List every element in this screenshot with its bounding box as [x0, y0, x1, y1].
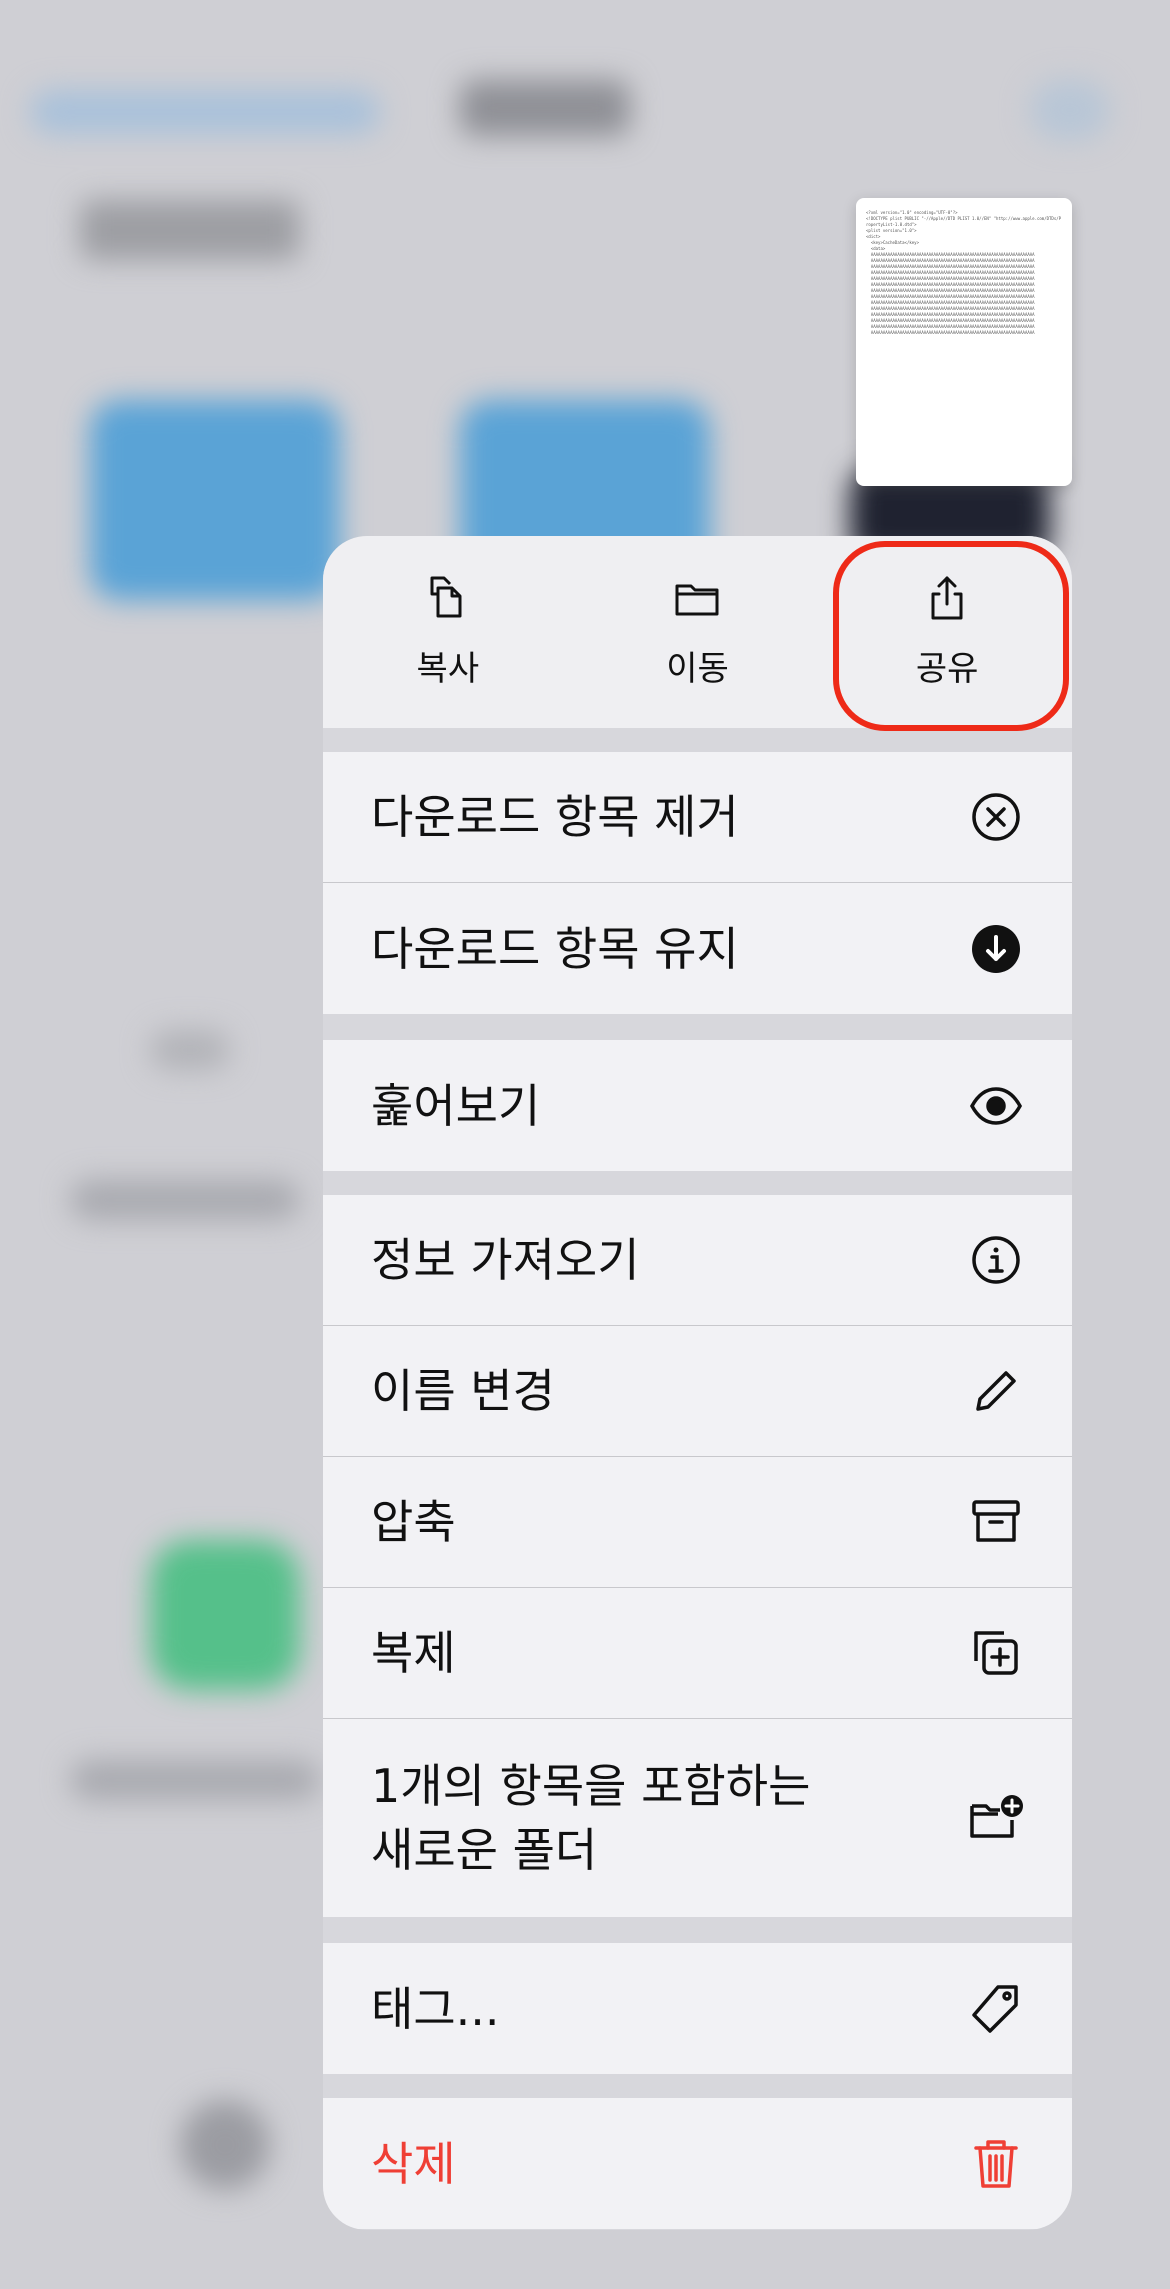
list-heading	[80, 200, 300, 260]
eye-icon	[968, 1078, 1024, 1134]
download-section: 다운로드 항목 제거 다운로드 항목 유지	[323, 752, 1072, 1014]
quick-look-label: 훑어보기	[371, 1078, 541, 1133]
download-circle-icon	[968, 921, 1024, 977]
archive-box-icon	[968, 1494, 1024, 1550]
move-label: 이동	[666, 649, 729, 689]
compress-item[interactable]: 압축	[323, 1457, 1072, 1588]
file-label	[70, 1180, 300, 1220]
duplicate-item[interactable]: 복제	[323, 1588, 1072, 1719]
pencil-icon	[968, 1363, 1024, 1419]
new-folder-line1: 1개의 항목을 포함하는	[371, 1759, 811, 1813]
new-folder-label: 1개의 항목을 포함하는 새로운 폴더	[371, 1754, 810, 1882]
file-actions-section: 정보 가져오기 이름 변경 압축 복제 1개의 항목을 포함하는 새로운 폴더	[323, 1195, 1072, 1917]
info-icon	[968, 1232, 1024, 1288]
context-menu: 복사 이동 공유 다운로드 항목 제거 다운로드 항목 유지 훑어보기 정보 가…	[323, 536, 1072, 2230]
share-icon	[923, 574, 971, 641]
new-folder-with-item[interactable]: 1개의 항목을 포함하는 새로운 폴더	[323, 1719, 1072, 1917]
share-button[interactable]: 공유	[822, 536, 1072, 728]
keep-download-item[interactable]: 다운로드 항목 유지	[323, 883, 1072, 1014]
file-preview: <?xml version="1.0" encoding="UTF-8"?> <…	[856, 198, 1072, 486]
copy-label: 복사	[416, 649, 480, 689]
delete-label: 삭제	[371, 2136, 456, 2191]
remove-download-item[interactable]: 다운로드 항목 제거	[323, 752, 1072, 883]
file-label	[150, 1030, 230, 1070]
tags-label: 태그...	[371, 1981, 500, 2036]
folder-plus-icon	[968, 1790, 1024, 1846]
rename-item[interactable]: 이름 변경	[323, 1326, 1072, 1457]
duplicate-plus-icon	[968, 1625, 1024, 1681]
trash-icon	[968, 2136, 1024, 2192]
compress-label: 압축	[371, 1495, 456, 1549]
copy-icon	[424, 574, 472, 641]
file-label	[70, 1760, 320, 1800]
back-button	[30, 90, 380, 134]
share-label: 공유	[915, 649, 979, 689]
more-button	[1030, 80, 1110, 140]
quick-look-item[interactable]: 훑어보기	[323, 1040, 1072, 1171]
folder-icon	[673, 574, 721, 641]
quick-actions: 복사 이동 공유	[323, 536, 1072, 728]
file-preview-text: <?xml version="1.0" encoding="UTF-8"?> <…	[866, 210, 1062, 335]
tags-section: 태그...	[323, 1943, 1072, 2074]
get-info-item[interactable]: 정보 가져오기	[323, 1195, 1072, 1326]
folder-thumbnail	[90, 400, 340, 600]
app-thumbnail	[150, 1540, 300, 1690]
tag-icon	[968, 1981, 1024, 2037]
keep-download-label: 다운로드 항목 유지	[371, 921, 739, 976]
new-folder-line2: 새로운 폴더	[371, 1823, 598, 1877]
rename-label: 이름 변경	[371, 1364, 555, 1418]
x-circle-icon	[968, 789, 1024, 845]
quick-look-section: 훑어보기	[323, 1040, 1072, 1171]
nav-title	[460, 80, 630, 136]
delete-section: 삭제	[323, 2098, 1072, 2229]
get-info-label: 정보 가져오기	[371, 1233, 640, 1287]
move-button[interactable]: 이동	[573, 536, 823, 728]
delete-item[interactable]: 삭제	[323, 2098, 1072, 2229]
file-thumbnail	[180, 2100, 270, 2190]
remove-download-label: 다운로드 항목 제거	[371, 790, 739, 844]
copy-button[interactable]: 복사	[323, 536, 573, 728]
tags-item[interactable]: 태그...	[323, 1943, 1072, 2074]
duplicate-label: 복제	[371, 1626, 456, 1680]
